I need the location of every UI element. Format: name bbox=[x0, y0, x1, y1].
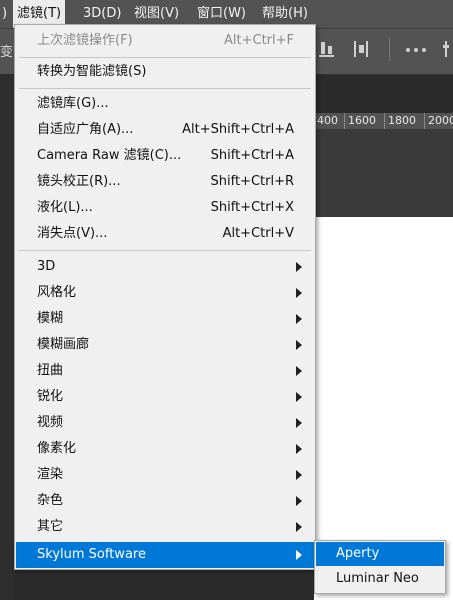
submenu-arrow-icon bbox=[296, 496, 302, 506]
menu-item-shortcut: Shift+Ctrl+R bbox=[210, 174, 295, 189]
submenu-arrow-icon bbox=[296, 262, 302, 272]
tools-panel bbox=[0, 74, 14, 600]
menu-item-label: 像素化 bbox=[37, 441, 77, 456]
submenu-arrow-icon bbox=[296, 392, 302, 402]
divider-icon bbox=[389, 37, 390, 61]
menu-item-label: 渲染 bbox=[37, 467, 64, 482]
submenu-arrow-icon bbox=[296, 418, 302, 428]
menu-item-label: 上次滤镜操作(F) bbox=[37, 33, 133, 48]
submenu-item-aperty[interactable]: Aperty bbox=[316, 542, 444, 566]
menu-item-label: 模糊画廊 bbox=[37, 337, 90, 352]
menu-item-convert-smart-filter[interactable]: 转换为智能滤镜(S) bbox=[16, 59, 314, 85]
menu-item-skylum-software[interactable]: Skylum Software bbox=[16, 542, 314, 568]
menu-item-label: Skylum Software bbox=[37, 547, 146, 562]
submenu-arrow-icon bbox=[296, 470, 302, 480]
menu-item-label: Camera Raw 滤镜(C)... bbox=[37, 148, 182, 163]
menu-item-sharpen[interactable]: 锐化 bbox=[16, 384, 314, 410]
skylum-submenu: Aperty Luminar Neo bbox=[314, 540, 446, 594]
submenu-arrow-icon bbox=[296, 444, 302, 454]
workspace-background bbox=[314, 129, 453, 217]
menu-item-label: 风格化 bbox=[37, 285, 77, 300]
submenu-arrow-icon bbox=[296, 288, 302, 298]
horizontal-ruler: 400 1600 1800 2000 bbox=[314, 113, 453, 129]
menu-item-shortcut: Alt+Ctrl+F bbox=[224, 33, 294, 48]
menu-item-3d[interactable]: 3D bbox=[16, 254, 314, 280]
menu-item-blur[interactable]: 模糊 bbox=[16, 306, 314, 332]
more-icon[interactable] bbox=[405, 43, 427, 58]
ruler-tick-label: 1800 bbox=[388, 114, 416, 127]
menu-separator bbox=[19, 88, 311, 89]
filter-dropdown-menu: 上次滤镜操作(F) Alt+Ctrl+F 转换为智能滤镜(S) 滤镜库(G)..… bbox=[14, 24, 316, 570]
menu-item-label: 3D bbox=[37, 259, 56, 274]
menu-item-label: Aperty bbox=[336, 546, 380, 561]
menu-item-liquify[interactable]: 液化(L)... Shift+Ctrl+X bbox=[16, 195, 314, 221]
menu-item-filter-gallery[interactable]: 滤镜库(G)... bbox=[16, 91, 314, 117]
ruler-tick-label: 2000 bbox=[428, 114, 453, 127]
menu-item-label: 自适应广角(A)... bbox=[37, 122, 134, 137]
menu-item-shortcut: Shift+Ctrl+X bbox=[210, 200, 294, 215]
menu-item-label: 扭曲 bbox=[37, 363, 64, 378]
menu-separator bbox=[19, 57, 311, 58]
menu-item-shortcut: Alt+Shift+Ctrl+A bbox=[182, 122, 294, 137]
menu-item-label: 消失点(V)... bbox=[37, 226, 108, 241]
menu-item-label: 视频 bbox=[37, 415, 64, 430]
submenu-arrow-icon bbox=[296, 366, 302, 376]
menu-item-vanishing-point[interactable]: 消失点(V)... Alt+Ctrl+V bbox=[16, 221, 314, 247]
menu-item-other[interactable]: 其它 bbox=[16, 514, 314, 540]
menu-item-camera-raw[interactable]: Camera Raw 滤镜(C)... Shift+Ctrl+A bbox=[16, 143, 314, 169]
menu-item-label: 滤镜库(G)... bbox=[37, 96, 109, 111]
menu-item-distort[interactable]: 扭曲 bbox=[16, 358, 314, 384]
menu-item-label: 转换为智能滤镜(S) bbox=[37, 64, 147, 79]
options-bar-text: 变 bbox=[0, 45, 14, 60]
submenu-item-luminar-neo[interactable]: Luminar Neo bbox=[316, 567, 444, 591]
submenu-arrow-icon bbox=[296, 550, 302, 560]
menu-item-label: Luminar Neo bbox=[336, 571, 419, 586]
menu-item-blur-gallery[interactable]: 模糊画廊 bbox=[16, 332, 314, 358]
menu-item-label: 液化(L)... bbox=[37, 200, 93, 215]
menu-item-label: 镜头校正(R)... bbox=[37, 174, 121, 189]
menu-item-label: 杂色 bbox=[37, 493, 64, 508]
menu-item-label: 锐化 bbox=[37, 389, 64, 404]
settings-icon[interactable] bbox=[441, 39, 453, 63]
menu-item-stylize[interactable]: 风格化 bbox=[16, 280, 314, 306]
submenu-arrow-icon bbox=[296, 522, 302, 532]
menu-item-label: 模糊 bbox=[37, 311, 64, 326]
distribute-icon[interactable] bbox=[352, 39, 370, 63]
menu-item-video[interactable]: 视频 bbox=[16, 410, 314, 436]
ruler-tick-label: 1600 bbox=[348, 114, 376, 127]
menu-item-shortcut: Shift+Ctrl+A bbox=[210, 148, 294, 163]
menu-item-render[interactable]: 渲染 bbox=[16, 462, 314, 488]
menu-item-last-filter: 上次滤镜操作(F) Alt+Ctrl+F bbox=[16, 28, 314, 54]
menu-image-partial[interactable]: ) bbox=[2, 0, 7, 28]
menu-item-pixelate[interactable]: 像素化 bbox=[16, 436, 314, 462]
menu-separator bbox=[19, 250, 311, 251]
submenu-arrow-icon bbox=[296, 340, 302, 350]
menu-item-noise[interactable]: 杂色 bbox=[16, 488, 314, 514]
submenu-arrow-icon bbox=[296, 314, 302, 324]
ruler-tick-label: 400 bbox=[317, 114, 338, 127]
menu-item-shortcut: Alt+Ctrl+V bbox=[222, 226, 294, 241]
align-bottom-icon[interactable] bbox=[318, 39, 336, 63]
menu-item-lens-correction[interactable]: 镜头校正(R)... Shift+Ctrl+R bbox=[16, 169, 314, 195]
menu-item-adaptive-wide-angle[interactable]: 自适应广角(A)... Alt+Shift+Ctrl+A bbox=[16, 117, 314, 143]
menu-item-label: 其它 bbox=[37, 519, 64, 534]
